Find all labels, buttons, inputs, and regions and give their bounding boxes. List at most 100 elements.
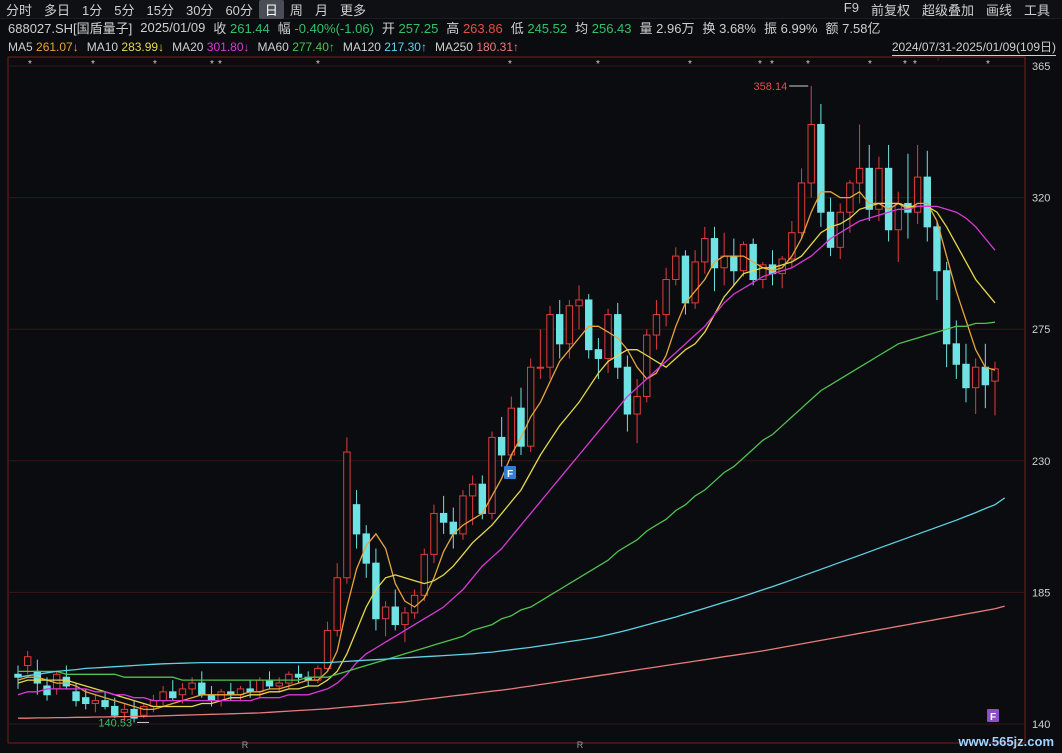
- tool-button-2[interactable]: 超级叠加: [916, 0, 980, 18]
- turnover-label: 换: [702, 20, 716, 36]
- candle-body: [565, 305, 574, 345]
- ma-legend-label: MA5: [8, 40, 37, 54]
- candle-body: [497, 436, 506, 456]
- event-star-marker: *: [913, 59, 917, 70]
- ma-legend-value: 180.31↑: [476, 40, 520, 54]
- candle-body: [111, 705, 119, 716]
- period-tab-10[interactable]: 更多: [334, 0, 372, 19]
- candle-body: [817, 123, 825, 213]
- volume-value: 2.96万: [656, 20, 695, 36]
- period-tab-0[interactable]: 分时: [0, 0, 38, 19]
- candle-body: [391, 606, 399, 626]
- candle-body: [256, 679, 264, 693]
- candle-body: [178, 688, 187, 696]
- ma-line-ma60: [18, 321, 996, 681]
- watermark-logo: www.565jz.com: [958, 734, 1054, 749]
- candle-body: [894, 202, 902, 231]
- candle-body: [710, 238, 719, 269]
- avg-label: 均: [575, 20, 589, 36]
- low-label: 低: [510, 20, 524, 36]
- candle-body: [585, 299, 593, 351]
- candle-body: [275, 682, 283, 687]
- period-tab-5[interactable]: 30分: [180, 0, 219, 19]
- candle-body: [82, 697, 90, 705]
- candle-body: [652, 314, 661, 336]
- period-toolbar: 分时 多日 1分 5分 15分 30分 60分日周月更多 F9 前复权 超级叠加 画线 工具: [0, 0, 1062, 19]
- tool-button-1[interactable]: 前复权: [865, 0, 916, 18]
- tool-button-4[interactable]: 工具: [1018, 0, 1056, 18]
- candle-body: [575, 299, 583, 307]
- ma-legend-item-0: MA5 261.07↓: [8, 40, 79, 54]
- ma-legend-value: 283.99↓: [121, 40, 165, 54]
- limit-up-marker: ʾ: [936, 57, 939, 69]
- event-star-marker: *: [596, 59, 600, 70]
- candle-body: [807, 123, 815, 184]
- candle-body: [140, 705, 148, 716]
- candle-body: [952, 343, 961, 365]
- event-star-marker: *: [316, 59, 320, 70]
- candle-body: [691, 261, 699, 304]
- close-label: 收: [213, 20, 227, 36]
- candle-body: [62, 676, 71, 687]
- candle-body: [526, 366, 535, 447]
- candle-body: [556, 314, 564, 345]
- candle-body: [604, 314, 612, 359]
- period-tab-3[interactable]: 5分: [108, 0, 140, 19]
- candle-body: [981, 366, 990, 386]
- candle-body: [362, 533, 370, 564]
- candle-body: [662, 278, 670, 316]
- period-tab-6[interactable]: 60分: [219, 0, 258, 19]
- candle-body: [730, 255, 738, 272]
- y-tick-label: 365: [1032, 61, 1050, 73]
- candle-body: [962, 363, 970, 389]
- open-value: 257.25: [398, 20, 439, 36]
- high-label: 高: [446, 20, 460, 36]
- candle-body: [23, 656, 32, 667]
- candle-body: [120, 708, 129, 713]
- ma-line-ma120: [17, 497, 1006, 678]
- candle-body: [207, 694, 216, 702]
- amount-label: 额: [825, 20, 839, 36]
- candlestick-chart[interactable]: 365 320 275 230 185 140 * * * * * * * * * * * * * * * * 358.14…: [0, 56, 1062, 753]
- ma-legend-item-3: MA60 277.40↑: [258, 40, 335, 54]
- candle-body: [91, 700, 100, 705]
- candle-body: [536, 366, 545, 369]
- candle-body: [401, 612, 409, 626]
- candle-body: [855, 167, 864, 184]
- candle-body: [420, 553, 428, 596]
- period-tab-2[interactable]: 1分: [76, 0, 108, 19]
- candle-body: [294, 673, 303, 678]
- y-tick-label: 185: [1032, 587, 1050, 599]
- candle-body: [942, 270, 951, 345]
- candle-body: [372, 562, 380, 620]
- min-price-label: 140.53: [98, 717, 132, 729]
- low-value: 245.52: [527, 20, 568, 36]
- ma-line-ma20: [17, 205, 996, 702]
- candle-body: [672, 255, 680, 280]
- r-event-marker: R: [577, 740, 584, 750]
- period-tab-8[interactable]: 周: [284, 0, 309, 19]
- quote-info-bar: 688027.SH[国盾量子] 2025/01/09 收 261.44 幅 -0…: [0, 18, 1062, 36]
- candle-body: [72, 691, 80, 702]
- candle-body: [430, 512, 438, 555]
- tool-button-3[interactable]: 画线: [980, 0, 1018, 18]
- y-tick-label: 320: [1032, 193, 1050, 205]
- candle-body: [343, 451, 351, 579]
- candle-body: [468, 483, 477, 497]
- date-range[interactable]: 2024/07/31-2025/01/09(109日): [891, 38, 1056, 56]
- volume-label: 量: [639, 20, 653, 36]
- candle-body: [101, 700, 109, 707]
- ma-legend-value: 261.07↓: [36, 40, 79, 54]
- period-tab-9[interactable]: 月: [309, 0, 334, 19]
- event-star-marker: *: [218, 59, 222, 70]
- period-tab-4[interactable]: 15分: [141, 0, 180, 19]
- candle-body: [797, 182, 806, 234]
- change-value: -0.40%(-1.06): [294, 20, 374, 36]
- tool-button-0[interactable]: F9: [838, 0, 865, 18]
- event-star-marker: *: [986, 59, 990, 70]
- period-tab-1[interactable]: 多日: [38, 0, 76, 19]
- candle-body: [826, 211, 835, 248]
- amplitude-label: 振: [763, 20, 777, 36]
- period-tab-7[interactable]: 日: [258, 0, 284, 19]
- candle-body: [381, 606, 390, 620]
